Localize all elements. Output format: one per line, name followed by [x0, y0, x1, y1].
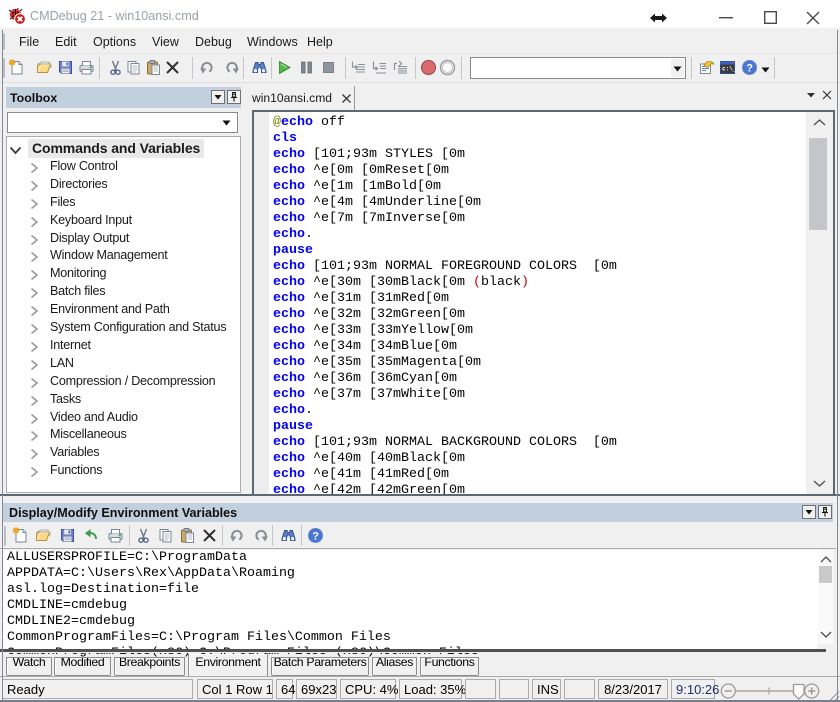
- svg-text:?: ?: [312, 531, 319, 543]
- svg-text:?: ?: [746, 63, 753, 75]
- svg-text:c:\_: c:\_: [722, 66, 736, 73]
